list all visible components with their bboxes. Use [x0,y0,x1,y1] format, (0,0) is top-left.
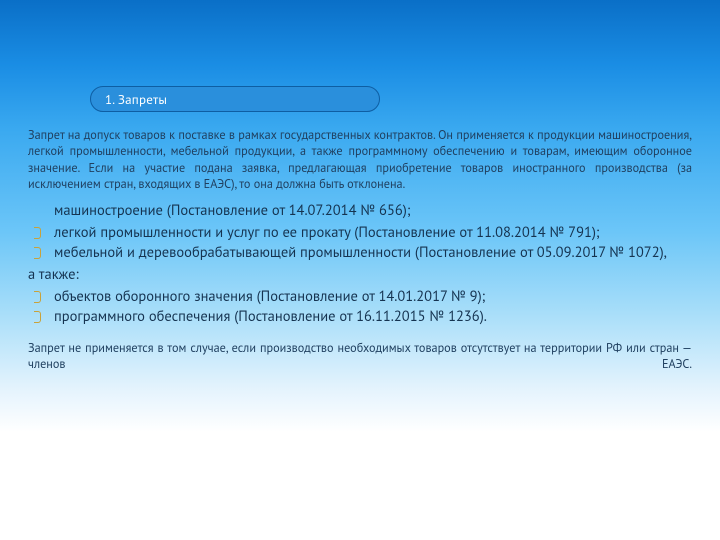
list-primary: легкой промышленности и услуг по ее прок… [28,223,692,263]
intro-paragraph: Запрет на допуск товаров к поставке в ра… [28,128,692,194]
list-item: программного обеспечения (Постановление … [28,307,692,327]
also-line: а также: [28,265,692,285]
section-tag-label: 1. Запреты [105,91,167,108]
outro-paragraph: Запрет не применяется в том случае, если… [28,341,692,374]
machinery-line: машиностроение (Постановление от 14.07.2… [28,201,692,221]
section-tag: 1. Запреты [90,86,380,112]
slide-body: Запрет на допуск товаров к поставке в ра… [0,0,720,394]
list-secondary: объектов оборонного значения (Постановле… [28,287,692,327]
list-item: мебельной и деревообрабатывающей промышл… [28,243,692,263]
list-item: объектов оборонного значения (Постановле… [28,287,692,307]
list-item: легкой промышленности и услуг по ее прок… [28,223,692,243]
